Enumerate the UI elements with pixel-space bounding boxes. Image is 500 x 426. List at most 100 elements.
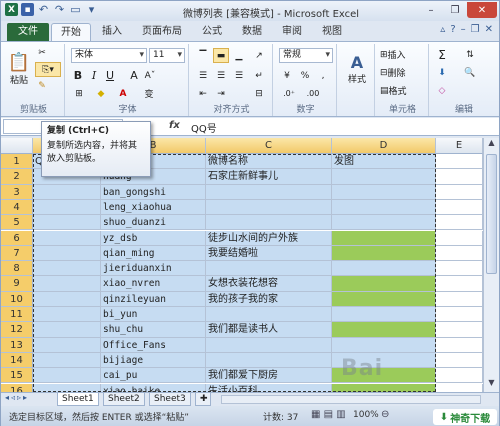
cell-d[interactable] <box>332 169 436 185</box>
decrease-decimal-icon[interactable]: .00 <box>303 86 323 101</box>
column-header-d[interactable]: D <box>332 138 436 154</box>
cell-c[interactable] <box>206 337 332 353</box>
orientation-icon[interactable]: ↗ <box>251 48 267 63</box>
cell-d[interactable] <box>332 291 436 307</box>
scrollbar-thumb[interactable] <box>486 154 497 274</box>
align-left-icon[interactable]: ☰ <box>195 68 211 83</box>
cell-e[interactable] <box>436 154 483 170</box>
cell-d[interactable] <box>332 337 436 353</box>
row-header[interactable]: 9 <box>1 276 33 292</box>
copy-button[interactable]: ⎘▾ <box>35 62 61 77</box>
delete-cells-button[interactable]: ⊟ 删除 <box>379 65 427 80</box>
workbook-restore-icon[interactable]: ❐ <box>471 24 480 35</box>
tab-view[interactable]: 视图 <box>313 23 351 41</box>
cell-d[interactable] <box>332 322 436 338</box>
tab-page-layout[interactable]: 页面布局 <box>133 23 191 41</box>
cell-c[interactable]: 微博名称 <box>206 154 332 170</box>
close-button[interactable]: ✕ <box>467 2 497 18</box>
cell-b[interactable]: shuo_duanzi <box>101 215 206 231</box>
row-header[interactable]: 10 <box>1 291 33 307</box>
excel-logo-icon[interactable]: X <box>5 3 18 16</box>
cell-c[interactable] <box>206 184 332 200</box>
cell-b[interactable]: cai_pu <box>101 368 206 384</box>
row-header[interactable]: 16 <box>1 383 33 392</box>
font-size-select[interactable]: 11 <box>149 48 185 63</box>
folder-icon[interactable]: ▭ <box>69 3 82 16</box>
cell-a[interactable] <box>33 215 101 231</box>
format-painter-icon[interactable]: ✎ <box>35 79 49 93</box>
cell-e[interactable] <box>436 368 483 384</box>
tab-home[interactable]: 开始 <box>51 23 91 41</box>
cell-a[interactable] <box>33 230 101 246</box>
cell-e[interactable] <box>436 322 483 338</box>
cell-a[interactable] <box>33 245 101 262</box>
row-header[interactable]: 3 <box>1 184 33 200</box>
minimize-button[interactable]: – <box>419 2 443 18</box>
styles-button[interactable]: A 样式 <box>341 46 373 92</box>
percent-button[interactable]: % <box>297 68 313 83</box>
undo-icon[interactable]: ↶ <box>37 3 50 16</box>
shrink-font-icon[interactable]: Aˇ <box>143 68 157 83</box>
cell-e[interactable] <box>436 352 483 369</box>
row-header[interactable]: 6 <box>1 230 33 246</box>
align-middle-icon[interactable]: ▬ <box>213 48 229 63</box>
cell-e[interactable] <box>436 261 483 277</box>
row-header[interactable]: 14 <box>1 352 33 369</box>
cell-a[interactable] <box>33 307 101 323</box>
vertical-scrollbar[interactable]: ▲ ▼ <box>483 138 499 392</box>
horizontal-scrollbar[interactable] <box>221 395 481 404</box>
cell-c[interactable]: 徒步山水间的户外族 <box>206 230 332 246</box>
view-mode-icons[interactable]: ▦ ▤ ▥ <box>311 409 346 420</box>
tab-insert[interactable]: 插入 <box>93 23 131 41</box>
scroll-up-icon[interactable]: ▲ <box>484 138 499 152</box>
cell-c[interactable]: 石家庄新鲜事儿 <box>206 169 332 185</box>
tab-file[interactable]: 文件 <box>7 23 49 41</box>
row-header[interactable]: 5 <box>1 215 33 231</box>
cell-b[interactable]: qian_ming <box>101 245 206 262</box>
zoom-level[interactable]: 100% <box>353 410 379 420</box>
cell-c[interactable]: 我要结婚啦 <box>206 245 332 262</box>
cell-e[interactable] <box>436 307 483 323</box>
cell-e[interactable] <box>436 230 483 246</box>
cell-e[interactable] <box>436 337 483 353</box>
format-cells-button[interactable]: ▤ 格式 <box>379 83 427 98</box>
cell-a[interactable] <box>33 261 101 277</box>
fill-color-icon[interactable]: ◆ <box>93 86 109 101</box>
formula-input[interactable]: QQ号 <box>191 120 217 135</box>
cell-b[interactable]: xiao_baike <box>101 383 206 392</box>
cell-b[interactable]: bijiage <box>101 352 206 369</box>
cell-c[interactable]: 我们都是读书人 <box>206 322 332 338</box>
cell-b[interactable]: qinzileyuan <box>101 291 206 307</box>
column-header-c[interactable]: C <box>206 138 332 154</box>
cell-b[interactable]: leng_xiaohua <box>101 199 206 216</box>
number-format-select[interactable]: 常规 <box>279 48 333 63</box>
column-header-e[interactable]: E <box>436 138 483 154</box>
cell-c[interactable] <box>206 307 332 323</box>
cell-d[interactable]: 发图 <box>332 154 436 170</box>
grow-font-button[interactable]: A <box>127 68 141 83</box>
cell-d[interactable] <box>332 383 436 392</box>
sheet-tab-3[interactable]: Sheet3 <box>149 393 191 406</box>
sheet-tab-1[interactable]: Sheet1 <box>57 393 99 406</box>
sheet-nav-icon[interactable]: ◂◃▹▸ <box>5 393 55 406</box>
align-bottom-icon[interactable]: ▁ <box>231 48 247 63</box>
cell-b[interactable]: jieriduanxin <box>101 261 206 277</box>
cell-e[interactable] <box>436 276 483 292</box>
cell-a[interactable] <box>33 184 101 200</box>
cell-d[interactable] <box>332 245 436 262</box>
help-icon[interactable]: ? <box>450 24 455 35</box>
cell-a[interactable] <box>33 337 101 353</box>
cell-d[interactable] <box>332 230 436 246</box>
cell-e[interactable] <box>436 199 483 216</box>
workbook-minimize-icon[interactable]: – <box>461 24 466 35</box>
row-header[interactable]: 12 <box>1 322 33 338</box>
tab-data[interactable]: 数据 <box>233 23 271 41</box>
cell-e[interactable] <box>436 215 483 231</box>
align-center-icon[interactable]: ☰ <box>213 68 229 83</box>
borders-icon[interactable]: ⊞ <box>71 86 87 101</box>
cell-a[interactable] <box>33 383 101 392</box>
cell-c[interactable] <box>206 199 332 216</box>
restore-button[interactable]: ❐ <box>443 2 467 18</box>
cell-c[interactable]: 我们都爱下厨房 <box>206 368 332 384</box>
cell-c[interactable]: 我的孩子我的家 <box>206 291 332 307</box>
